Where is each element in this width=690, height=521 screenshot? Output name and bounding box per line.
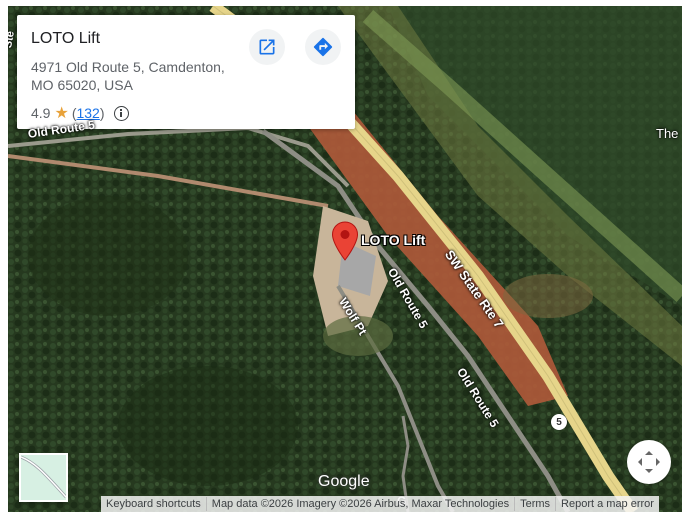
place-label-edge-right: The	[656, 126, 679, 141]
camera-control-icon	[638, 451, 660, 473]
info-icon[interactable]	[113, 105, 129, 121]
report-map-error-link[interactable]: Report a map error	[555, 497, 659, 511]
open-in-new-icon	[259, 39, 275, 55]
open-in-maps-button[interactable]	[249, 29, 285, 65]
route-shield: 5	[551, 414, 567, 430]
place-title: LOTO Lift	[31, 30, 101, 47]
layers-minimap-button[interactable]	[19, 453, 68, 502]
directions-button[interactable]	[305, 29, 341, 65]
terms-link[interactable]: Terms	[514, 497, 555, 511]
place-address: 4971 Old Route 5, Camdenton, MO 65020, U…	[31, 59, 225, 93]
directions-icon	[313, 37, 333, 57]
map-data-attribution: Map data ©2026 Imagery ©2026 Airbus, Max…	[205, 497, 514, 511]
google-logo: Google	[318, 473, 370, 490]
attribution-bar: Keyboard shortcuts Map data ©2026 Imager…	[101, 496, 659, 512]
location-pin-icon[interactable]	[330, 221, 360, 261]
rating-count-close: )	[99, 105, 105, 121]
rating-value: 4.9	[31, 105, 51, 121]
map-thumbnail	[21, 455, 66, 500]
satellite-map[interactable]: LOTO Lift 4971 Old Route 5, Camdenton, M…	[8, 6, 682, 512]
keyboard-shortcuts-link[interactable]: Keyboard shortcuts	[101, 497, 206, 511]
pin-label: LOTO Lift	[361, 232, 426, 248]
star-icon: ★	[54, 105, 69, 122]
camera-control-button[interactable]	[627, 440, 671, 484]
place-info-card: LOTO Lift 4971 Old Route 5, Camdenton, M…	[17, 15, 355, 129]
